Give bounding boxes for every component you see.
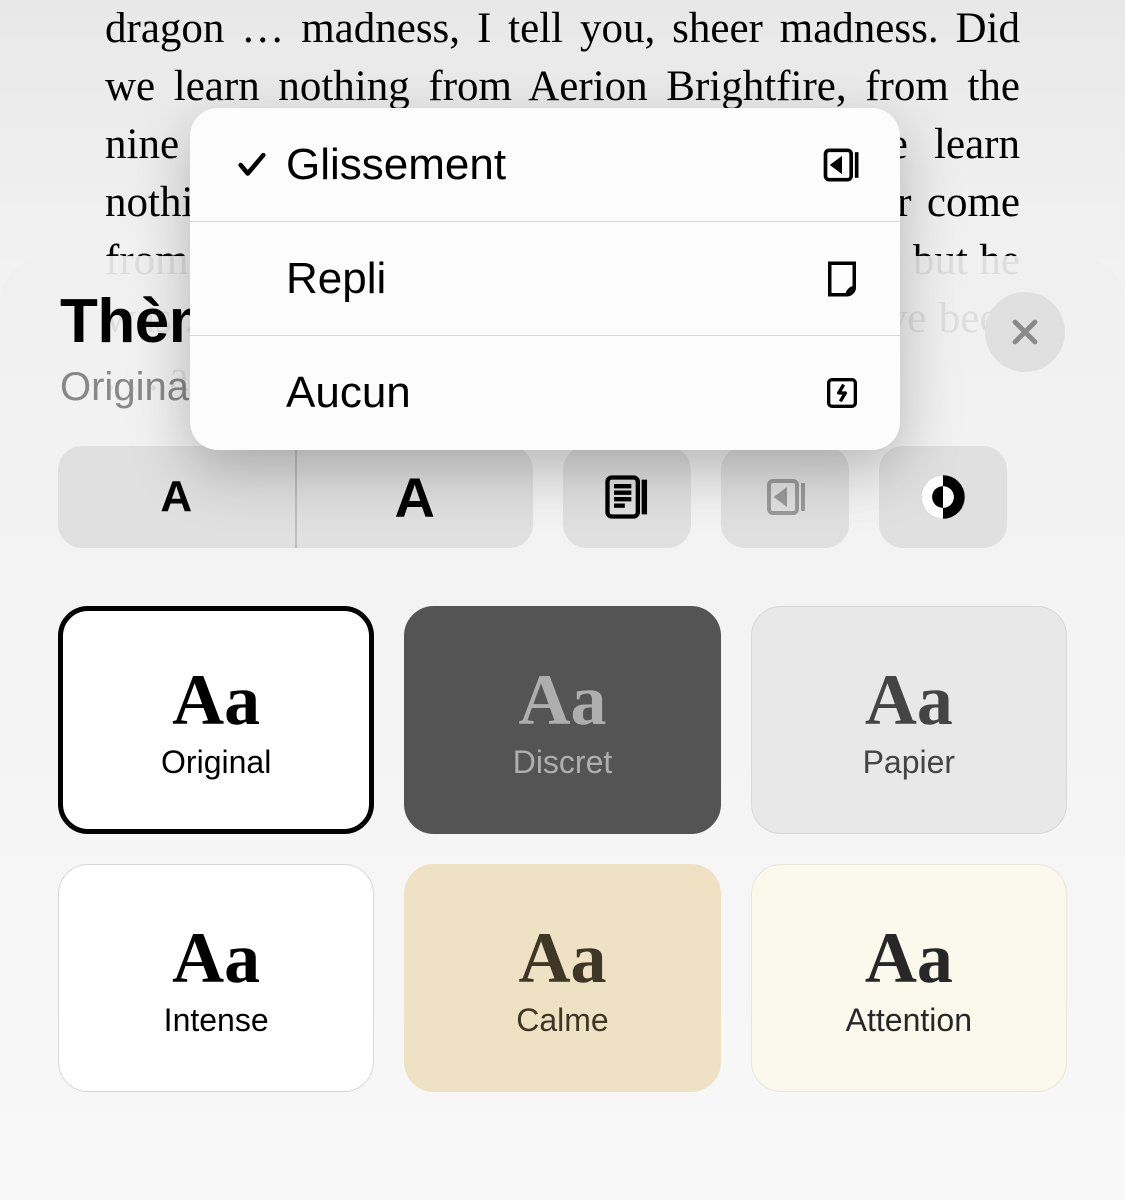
popup-item-glissement[interactable]: Glissement — [190, 108, 900, 222]
theme-sample-icon: Aa — [518, 659, 606, 742]
small-a-icon: A — [160, 472, 192, 522]
theme-label: Intense — [164, 1002, 269, 1039]
page-turn-popup: Glissement Repli Aucun — [190, 108, 900, 450]
popup-label: Glissement — [286, 140, 820, 190]
theme-attention[interactable]: Aa Attention — [751, 864, 1067, 1092]
popup-label: Aucun — [286, 368, 820, 418]
theme-sample-icon: Aa — [172, 917, 260, 1000]
theme-sample-icon: Aa — [172, 659, 260, 742]
theme-label: Attention — [846, 1002, 972, 1039]
close-button[interactable] — [985, 292, 1065, 372]
close-icon — [1008, 315, 1042, 349]
font-size-group: A A — [58, 446, 533, 548]
checkmark-icon — [226, 148, 278, 182]
font-smaller-button[interactable]: A — [58, 446, 297, 548]
popup-item-aucun[interactable]: Aucun — [190, 336, 900, 450]
toolbar: A A — [0, 446, 1125, 548]
theme-discret[interactable]: Aa Discret — [404, 606, 720, 834]
theme-papier[interactable]: Aa Papier — [751, 606, 1067, 834]
large-a-icon: A — [395, 465, 435, 530]
theme-original[interactable]: Aa Original — [58, 606, 374, 834]
popup-label: Repli — [286, 254, 820, 304]
layout-button[interactable] — [563, 446, 691, 548]
slide-left-icon — [820, 142, 864, 188]
theme-sample-icon: Aa — [865, 659, 953, 742]
theme-sample-icon: Aa — [518, 917, 606, 1000]
page-turn-button[interactable] — [721, 446, 849, 548]
layout-icon — [601, 471, 653, 523]
theme-intense[interactable]: Aa Intense — [58, 864, 374, 1092]
page-curl-icon — [820, 258, 864, 300]
theme-label: Calme — [516, 1002, 608, 1039]
theme-calme[interactable]: Aa Calme — [404, 864, 720, 1092]
contrast-button[interactable] — [879, 446, 1007, 548]
font-larger-button[interactable]: A — [297, 446, 534, 548]
popup-item-repli[interactable]: Repli — [190, 222, 900, 336]
theme-label: Discret — [513, 744, 613, 781]
contrast-icon — [914, 468, 972, 526]
instant-icon — [820, 373, 864, 413]
page-turn-icon — [761, 473, 809, 521]
theme-sample-icon: Aa — [865, 917, 953, 1000]
themes-grid: Aa Original Aa Discret Aa Papier Aa Inte… — [0, 548, 1125, 1150]
theme-label: Original — [161, 744, 271, 781]
theme-label: Papier — [863, 744, 956, 781]
